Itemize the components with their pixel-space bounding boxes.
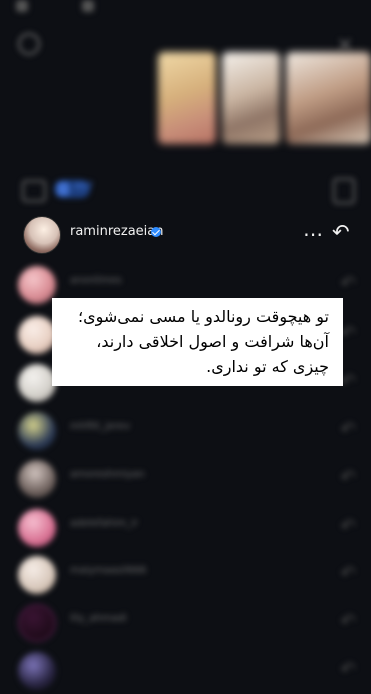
status-bar xyxy=(0,0,371,20)
list-item[interactable]: adelefahim_ir ↶ xyxy=(0,505,371,551)
avatar[interactable] xyxy=(23,216,61,254)
view-count-text: 467 xyxy=(74,181,94,192)
more-horizontal-icon[interactable]: ⋯ xyxy=(303,222,324,246)
gallery-icon[interactable] xyxy=(22,180,46,202)
avatar[interactable] xyxy=(18,604,56,642)
username: anonlimes xyxy=(70,275,122,286)
list-item[interactable]: maiymaasil666 ↶ xyxy=(0,552,371,598)
list-item[interactable]: ↶ xyxy=(0,648,371,694)
verified-badge-icon xyxy=(151,227,161,237)
media-thumbnail-2[interactable] xyxy=(222,52,280,144)
reply-icon[interactable]: ↶ xyxy=(338,468,358,488)
chart-icon xyxy=(57,182,69,196)
list-item[interactable]: lily_ahmadi ↶ xyxy=(0,600,371,646)
caption-line-2: آن‌ها شرافت و اصول اخلاقی دارند، xyxy=(96,332,329,351)
avatar[interactable] xyxy=(18,556,56,594)
avatar[interactable] xyxy=(18,460,56,498)
reply-icon[interactable]: ↶ xyxy=(338,274,358,294)
action-bar: 467 xyxy=(0,172,371,206)
list-item[interactable]: mhfitt_jerev ↶ xyxy=(0,408,371,454)
avatar[interactable] xyxy=(18,652,56,690)
avatar[interactable] xyxy=(18,364,56,402)
avatar[interactable] xyxy=(18,266,56,304)
reply-arrow-icon[interactable]: ↶ xyxy=(332,220,350,244)
reply-icon[interactable]: ↶ xyxy=(338,612,358,632)
avatar[interactable] xyxy=(18,412,56,450)
username: maiymaasil666 xyxy=(70,565,147,576)
reply-icon[interactable]: ↶ xyxy=(338,517,358,537)
media-strip xyxy=(158,52,371,144)
reply-icon[interactable]: ↶ xyxy=(338,420,358,440)
caption-line-1: تو هیچوقت رونالدو یا مسی نمی‌شوی؛ xyxy=(78,307,329,326)
media-thumbnail-3[interactable] xyxy=(286,52,371,144)
avatar[interactable] xyxy=(18,509,56,547)
blurred-icon xyxy=(82,0,94,12)
username: amoreshmiyan xyxy=(70,469,145,480)
username[interactable]: raminrezaeian xyxy=(70,224,164,239)
media-thumbnail-1[interactable] xyxy=(158,52,216,144)
list-item[interactable]: amoreshmiyan ↶ xyxy=(0,456,371,502)
username: adelefahim_ir xyxy=(70,518,138,529)
username: lily_ahmadi xyxy=(70,613,127,624)
avatar[interactable] xyxy=(18,316,56,354)
circle-icon[interactable] xyxy=(18,33,40,55)
upload-icon[interactable] xyxy=(333,178,355,204)
reply-icon[interactable]: ↶ xyxy=(338,564,358,584)
view-count-pill[interactable]: 467 xyxy=(54,180,94,198)
quote-caption: تو هیچوقت رونالدو یا مسی نمی‌شوی؛ آن‌ها … xyxy=(52,298,343,386)
blurred-icon xyxy=(16,0,28,12)
reply-icon[interactable]: ↶ xyxy=(338,660,358,680)
username: mhfitt_jerev xyxy=(70,421,131,432)
post-header: raminrezaeian ⋯ ↶ xyxy=(0,212,371,256)
caption-line-3: چیزی که تو نداری. xyxy=(206,357,329,376)
